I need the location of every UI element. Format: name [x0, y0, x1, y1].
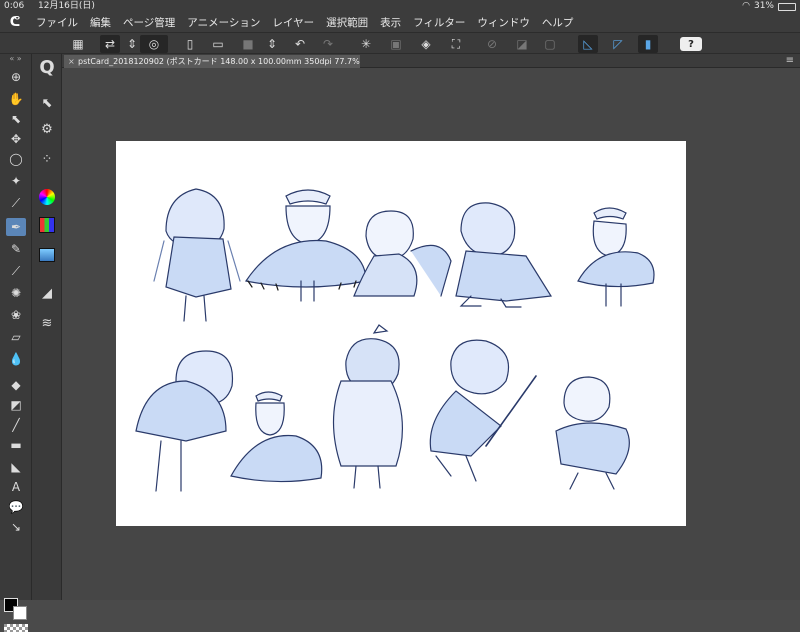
gradient-icon[interactable]: ◩ — [6, 396, 26, 414]
brush-size-icon[interactable]: ⁘ — [36, 148, 58, 170]
background-color-swatch[interactable] — [13, 606, 27, 620]
menu-help[interactable]: ヘルプ — [536, 15, 580, 30]
transform-icon[interactable]: ⛶ — [446, 35, 466, 53]
blend-icon[interactable]: 💧 — [6, 350, 26, 368]
hand-tool-icon[interactable]: ✋ — [6, 90, 26, 108]
document-title: pstCard_20181209​02 (ポストカード 148.00 x 100… — [78, 57, 360, 66]
menu-window[interactable]: ウィンドウ — [471, 15, 536, 30]
clip-studio-icon[interactable]: ◎ — [140, 35, 168, 53]
pen-tool-icon[interactable]: ✒ — [6, 218, 26, 236]
new-file-icon[interactable]: ▯ — [180, 35, 200, 53]
move-layer-icon[interactable]: ✥ — [6, 130, 26, 148]
sketch-figure-5 — [577, 207, 655, 307]
save-arrows-icon[interactable]: ⇕ — [262, 35, 282, 53]
battery-icon — [778, 2, 796, 11]
color-wheel-icon[interactable] — [36, 186, 58, 208]
lasso-icon[interactable]: ◯ — [6, 150, 26, 168]
save-icon[interactable]: ■ — [238, 35, 258, 53]
close-tab-icon[interactable]: × — [68, 55, 75, 68]
tool-property-icon[interactable]: ⚙ — [36, 118, 58, 140]
menu-file[interactable]: ファイル — [30, 15, 84, 30]
object-tool-icon[interactable]: ⬉ — [6, 110, 26, 128]
invert-selection-icon[interactable]: ◪ — [512, 35, 532, 53]
sketch-figure-1 — [153, 188, 241, 322]
fill-bucket-icon[interactable]: ◆ — [6, 376, 26, 394]
sketch-figure-9 — [429, 339, 537, 482]
swap-arrows-icon[interactable]: ⇕ — [122, 35, 142, 53]
special-ruler-snap-icon[interactable]: ◸ — [608, 35, 628, 53]
fill-icon[interactable]: ◈ — [416, 35, 436, 53]
quick-access-icon[interactable]: ⇄ — [100, 35, 120, 53]
ruler-tool-icon[interactable]: ◣ — [6, 458, 26, 476]
tab-menu-icon[interactable]: ≡ — [786, 54, 794, 68]
document-tab-bar: × pstCard_20181209​02 (ポストカード 148.00 x 1… — [62, 54, 800, 68]
zoom-tool-icon[interactable]: ⊕ — [6, 68, 26, 86]
undo-icon[interactable]: ↶ — [290, 35, 310, 53]
status-time: 0:06 — [4, 1, 25, 11]
layer-property-icon[interactable]: ◢ — [36, 282, 58, 304]
pencil-tool-icon[interactable]: ✎ — [6, 240, 26, 258]
decoration-icon[interactable]: ❀ — [6, 306, 26, 324]
eraser-icon[interactable]: ▱ — [6, 328, 26, 346]
sketch-figure-8 — [332, 324, 403, 489]
app-logo-icon[interactable]: ᕦ — [0, 15, 30, 30]
search-icon[interactable]: Q — [36, 56, 58, 78]
sketch-artwork — [135, 188, 655, 492]
palette-collapse[interactable]: « » — [0, 54, 31, 64]
grid-snap-icon[interactable]: ▮ — [638, 35, 658, 53]
sub-tool-palette: Q ⬉ ⚙ ⁘ ◢ ≋ — [32, 54, 62, 600]
ios-status-bar: 0:06 12月16日(日) ◠ 31% — [0, 0, 800, 13]
figure-tool-icon[interactable]: ╱ — [6, 416, 26, 434]
menu-selection[interactable]: 選択範囲 — [320, 15, 374, 30]
ruler-snap-icon[interactable]: ◺ — [578, 35, 598, 53]
sketch-figure-7 — [230, 391, 323, 483]
menu-view[interactable]: 表示 — [374, 15, 407, 30]
menu-animation[interactable]: アニメーション — [181, 15, 266, 30]
eyedropper-icon[interactable]: ⟋ — [6, 194, 26, 212]
layout-grid-icon[interactable]: ▦ — [68, 35, 88, 53]
correct-line-icon[interactable]: ↘ — [6, 518, 26, 536]
color-set-icon[interactable] — [36, 214, 58, 236]
menu-bar: ᕦ ファイル 編集 ページ管理 アニメーション レイヤー 選択範囲 表示 フィル… — [0, 13, 800, 32]
open-file-icon[interactable]: ▭ — [208, 35, 228, 53]
frame-border-icon[interactable]: ▬ — [6, 436, 26, 454]
balloon-tool-icon[interactable]: 💬 — [6, 498, 26, 516]
wifi-icon: ◠ — [742, 1, 750, 11]
brush-tool-icon[interactable]: ⟋ — [6, 262, 26, 280]
status-right: ◠ 31% — [742, 0, 796, 13]
battery-percent: 31% — [753, 1, 774, 11]
transparent-color-swatch[interactable] — [4, 624, 28, 632]
clear-icon[interactable]: ✳ — [356, 35, 376, 53]
menu-edit[interactable]: 編集 — [84, 15, 117, 30]
deselect-icon[interactable]: ⊘ — [482, 35, 502, 53]
help-button[interactable]: ? — [680, 37, 702, 51]
command-bar: ▦ ⇄ ⇕ ◎ ▯ ▭ ■ ⇕ ↶ ↷ ✳ ▣ ◈ ⛶ ⊘ ◪ ▢ ◺ ◸ ▮ … — [0, 32, 800, 54]
layer-stack-icon[interactable]: ≋ — [36, 312, 58, 334]
menu-layer[interactable]: レイヤー — [266, 15, 320, 30]
airbrush-icon[interactable]: ✺ — [6, 284, 26, 302]
status-date: 12月16日(日) — [38, 1, 95, 11]
selection-border-icon[interactable]: ▢ — [540, 35, 560, 53]
sketch-figure-3 — [353, 210, 452, 297]
layer-palette-icon[interactable] — [36, 244, 58, 266]
sketch-figure-2 — [245, 189, 367, 302]
text-tool-icon[interactable]: A — [6, 478, 26, 496]
drawing-canvas[interactable] — [116, 141, 686, 526]
sketch-figure-6 — [135, 350, 234, 492]
document-tab[interactable]: × pstCard_20181209​02 (ポストカード 148.00 x 1… — [64, 55, 360, 68]
magic-wand-icon[interactable]: ✦ — [6, 172, 26, 190]
menu-filter[interactable]: フィルター — [407, 15, 471, 30]
redo-icon[interactable]: ↷ — [318, 35, 338, 53]
menu-page-management[interactable]: ページ管理 — [117, 15, 181, 30]
tool-palette: « » ⊕ ✋ ⬉ ✥ ◯ ✦ ⟋ ✒ ✎ ⟋ ✺ ❀ ▱ 💧 ◆ ◩ ╱ ▬ … — [0, 54, 32, 632]
clear-outside-icon[interactable]: ▣ — [386, 35, 406, 53]
sub-tool-detail-icon[interactable]: ⬉ — [36, 92, 58, 114]
sketch-figure-10 — [555, 376, 630, 490]
sketch-figure-4 — [455, 202, 553, 308]
